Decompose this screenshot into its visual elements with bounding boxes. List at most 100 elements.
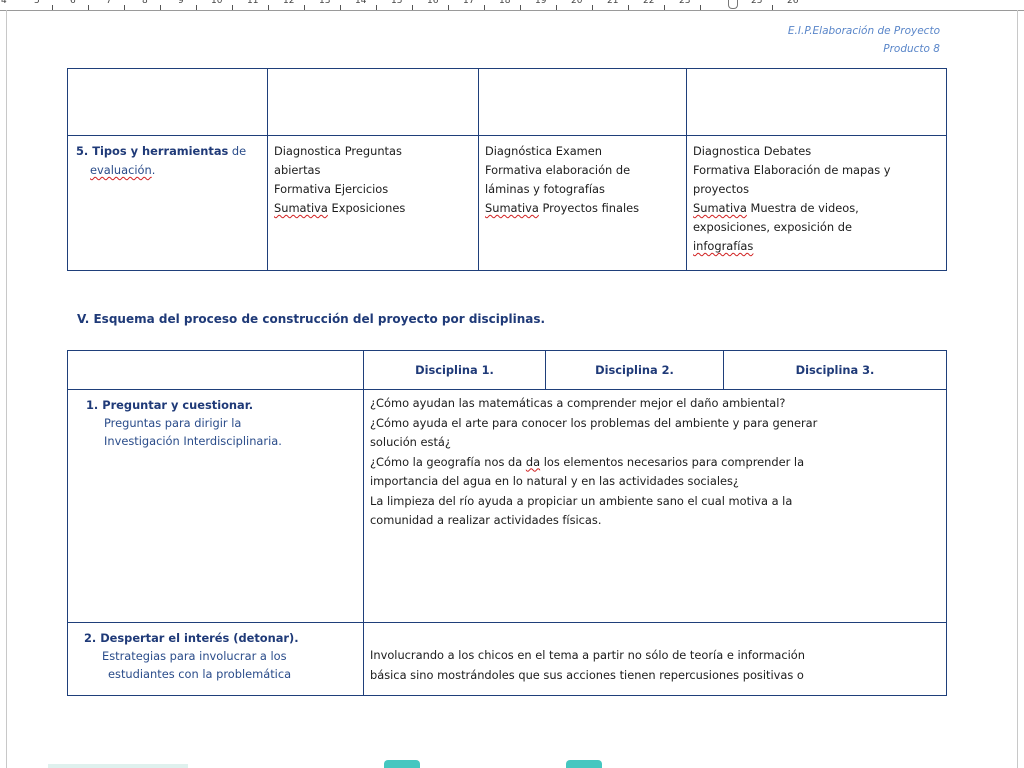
ruler-tick (304, 5, 305, 10)
ruler-number: 25 (751, 0, 763, 6)
table-cell[interactable]: 1. Preguntar y cuestionar. Preguntas par… (67, 389, 364, 623)
evaluation-table: 5. Tipos y herramientas de evaluación. D… (67, 68, 947, 271)
table-row (67, 68, 947, 136)
ruler-tick (484, 5, 485, 10)
table-row: 5. Tipos y herramientas de evaluación. D… (67, 135, 947, 271)
sumativa-label: Sumativa (274, 201, 328, 215)
ruler-number: 11 (247, 0, 259, 6)
cell-line: ¿Cómo la geografía nos da da los element… (370, 453, 940, 473)
ruler-number: 6 (70, 0, 76, 6)
ruler-number: 21 (607, 0, 619, 6)
ruler-tick (340, 5, 341, 10)
question-subtitle: Investigación Interdisciplinaria. (104, 434, 282, 448)
ruler-indent-marker[interactable] (728, 0, 738, 9)
ruler-tick (124, 5, 125, 10)
disciplines-table: Disciplina 1. Disciplina 2. Disciplina 3… (67, 350, 947, 696)
table-cell[interactable] (67, 350, 364, 390)
table-cell[interactable]: 2. Despertar el interés (detonar). Estra… (67, 622, 364, 696)
cell-text: da (525, 454, 541, 469)
ruler-number: 14 (355, 0, 367, 6)
cell-text: Muestra de videos, (746, 201, 859, 215)
ruler-number: 13 (319, 0, 331, 6)
cell-line: Diagnostica Debates (693, 144, 812, 158)
sumativa-label: Sumativa (485, 201, 539, 215)
row-label-dot: . (151, 163, 156, 177)
ruler-tick (376, 5, 377, 10)
cell-line: proyectos (693, 182, 750, 196)
table-cell[interactable]: Diagnostica Debates Formativa Elaboració… (686, 135, 947, 271)
ruler-number: 10 (211, 0, 223, 6)
question-subtitle: Preguntas para dirigir la (104, 416, 242, 430)
footer-shape (566, 760, 602, 768)
ruler-number: 8 (142, 0, 148, 6)
ruler-tick (412, 5, 413, 10)
horizontal-ruler[interactable]: 4 5 6 7 8 9 10 11 12 13 14 15 16 17 18 1… (0, 0, 1024, 11)
footer-shape (384, 760, 420, 768)
cell-line: láminas y fotografías (485, 182, 605, 196)
ruler-number: 5 (34, 0, 40, 6)
ruler-number: 26 (787, 0, 799, 6)
cell-line: importancia del agua en lo natural y en … (370, 474, 739, 488)
table-cell[interactable]: Diagnóstica Examen Formativa elaboración… (478, 135, 687, 271)
page-left-edge (6, 10, 7, 768)
column-header[interactable]: Disciplina 1. (363, 350, 546, 390)
cell-line: comunidad a realizar actividades físicas… (370, 513, 602, 527)
cell-text: Proyectos finales (538, 201, 640, 215)
row-label-sub: evaluación (90, 163, 152, 177)
section-title: V. Esquema del proceso de construcción d… (77, 312, 546, 326)
document-header-product: Producto 8 (883, 43, 940, 55)
table-cell[interactable]: Diagnostica Preguntas abiertas Formativa… (267, 135, 479, 271)
ruler-tick (196, 5, 197, 10)
table-cell[interactable]: 5. Tipos y herramientas de evaluación. (67, 135, 268, 271)
ruler-number: 4 (1, 0, 7, 6)
cell-line: Formativa Ejercicios (274, 182, 389, 196)
row-label-title: 5. Tipos y herramientas (76, 144, 229, 158)
table-cell[interactable] (686, 68, 947, 136)
ruler-number: 20 (571, 0, 583, 6)
column-header[interactable]: Disciplina 2. (545, 350, 724, 390)
cell-line: básica sino mostrándoles que sus accione… (370, 668, 804, 682)
cell-line: Sumativa Exposiciones (274, 199, 472, 218)
question-subtitle: Estrategias para involucrar a los (102, 649, 287, 663)
document-header-title: E.I.P.Elaboración de Proyecto (787, 25, 940, 37)
page-right-edge (1017, 10, 1018, 768)
ruler-number: 7 (106, 0, 112, 6)
cell-line: Formativa Elaboración de mapas y (693, 163, 891, 177)
cell-line: abiertas (274, 163, 321, 177)
question-title: 1. Preguntar y cuestionar. (86, 398, 254, 412)
column-header[interactable]: Disciplina 3. (723, 350, 947, 390)
cell-line: solución está¿ (370, 435, 451, 449)
table-cell[interactable]: Involucrando a los chicos en el tema a p… (363, 622, 947, 696)
table-header-row: Disciplina 1. Disciplina 2. Disciplina 3… (67, 350, 947, 390)
ruler-tick (52, 5, 53, 10)
ruler-tick (268, 5, 269, 10)
cell-text: infografías (693, 239, 754, 253)
ruler-number: 17 (463, 0, 475, 6)
ruler-tick (700, 5, 701, 10)
sumativa-label: Sumativa (693, 201, 747, 215)
footer-shape (48, 764, 188, 768)
ruler-tick (628, 5, 629, 10)
ruler-tick (664, 5, 665, 10)
ruler-number: 19 (535, 0, 547, 6)
ruler-number: 15 (391, 0, 403, 6)
table-cell[interactable]: ¿Cómo ayudan las matemáticas a comprende… (363, 389, 947, 623)
footer-decoration (0, 756, 1024, 768)
ruler-number: 18 (499, 0, 511, 6)
cell-text: los elementos necesarios para comprender… (540, 454, 805, 469)
cell-line: exposiciones, exposición de (693, 220, 852, 234)
ruler-tick (556, 5, 557, 10)
cell-text: Exposiciones (327, 201, 406, 215)
cell-line: Formativa elaboración de (485, 163, 631, 177)
cell-line: Diagnóstica Examen (485, 144, 603, 158)
cell-line: ¿Cómo ayuda el arte para conocer los pro… (370, 415, 818, 430)
table-cell[interactable] (67, 68, 268, 136)
cell-line: infografías (693, 237, 940, 256)
ruler-tick (88, 5, 89, 10)
ruler-number: 22 (643, 0, 655, 6)
table-row: 2. Despertar el interés (detonar). Estra… (67, 622, 947, 696)
table-cell[interactable] (267, 68, 479, 136)
question-subtitle: estudiantes con la problemática (108, 667, 292, 681)
table-cell[interactable] (478, 68, 687, 136)
cell-line: ¿Cómo ayudan las matemáticas a comprende… (370, 396, 786, 410)
